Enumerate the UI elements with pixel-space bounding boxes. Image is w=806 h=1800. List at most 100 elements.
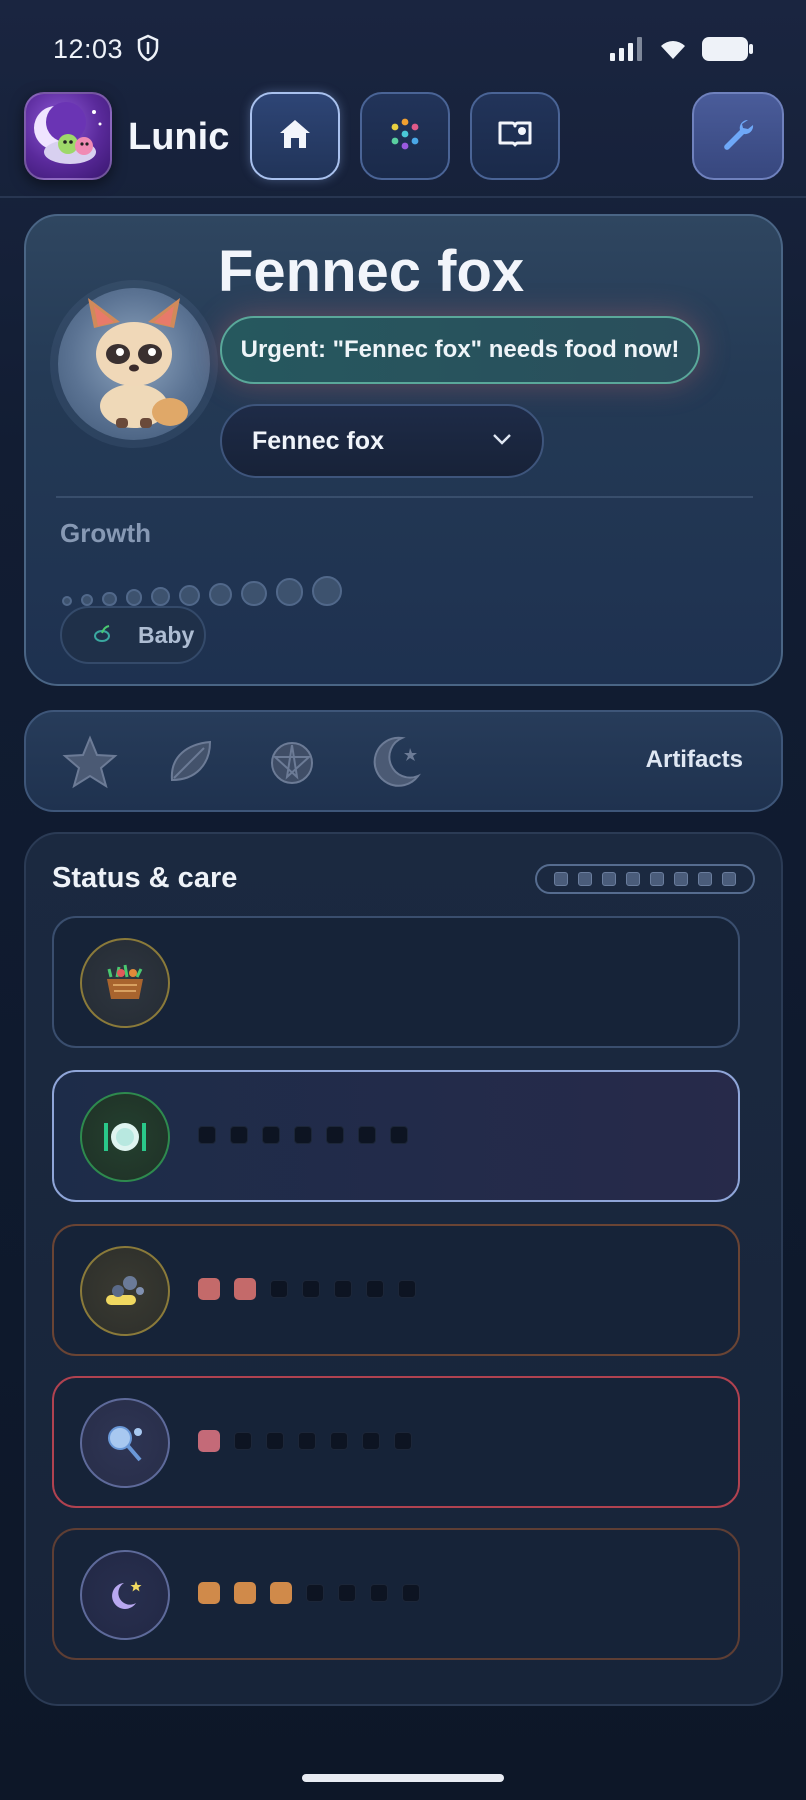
pet-name: Fennec fox [218, 239, 525, 304]
soap-icon [80, 1246, 170, 1336]
card-divider [56, 496, 753, 498]
level-pip [338, 1584, 356, 1602]
level-pip [198, 1582, 220, 1604]
level-pip [390, 1126, 408, 1144]
wifi-icon [658, 37, 688, 66]
signal-icon [610, 37, 644, 66]
level-pip [198, 1278, 220, 1300]
level-pip [234, 1278, 256, 1300]
page-indicator[interactable] [535, 864, 755, 894]
app-name: Lunic [128, 116, 230, 158]
artifacts-label: Artifacts [645, 746, 743, 773]
wrench-icon [720, 116, 756, 157]
level-pip [370, 1584, 388, 1602]
pet-avatar [58, 288, 210, 440]
moon-icon[interactable] [364, 732, 424, 792]
care-row-bath[interactable] [52, 1224, 740, 1356]
nav-activities-button[interactable] [360, 92, 450, 180]
level-pip [306, 1584, 324, 1602]
level-pip [366, 1280, 384, 1298]
growth-dot [62, 596, 72, 606]
home-icon [278, 118, 312, 155]
level-pip [294, 1126, 312, 1144]
level-pip [270, 1280, 288, 1298]
level-pip [298, 1432, 316, 1450]
level-pip [266, 1432, 284, 1450]
level-pip [394, 1432, 412, 1450]
book-icon [497, 119, 533, 154]
growth-dot [178, 585, 200, 606]
level-pip [358, 1126, 376, 1144]
level-pip [198, 1430, 220, 1452]
growth-dot [208, 582, 233, 606]
level-pip [398, 1280, 416, 1298]
chevron-down-icon [492, 432, 512, 450]
level-pip [262, 1126, 280, 1144]
level-pip [326, 1126, 344, 1144]
shield-icon [136, 34, 160, 67]
level-pip [334, 1280, 352, 1298]
care-row-basket[interactable] [52, 916, 740, 1048]
plate-icon [80, 1092, 170, 1182]
page-dot [578, 872, 592, 886]
page-dot [554, 872, 568, 886]
level-pip [402, 1584, 420, 1602]
page-dot [626, 872, 640, 886]
growth-dot [151, 587, 170, 606]
bath-level [198, 1278, 416, 1300]
basket-icon [80, 938, 170, 1028]
level-pip [230, 1126, 248, 1144]
growth-dot [125, 589, 143, 606]
level-pip [330, 1432, 348, 1450]
level-pip [198, 1126, 216, 1144]
growth-dot [102, 591, 117, 606]
level-pip [270, 1582, 292, 1604]
growth-dot [312, 576, 342, 606]
urgent-alert[interactable]: Urgent: "Fennec fox" needs food now! [220, 316, 700, 384]
food-level [198, 1126, 408, 1144]
status-title: Status & care [52, 862, 238, 894]
fennec-fox-icon [88, 298, 188, 428]
pet-card: Fennec fox Urgent: "Fennec fox" needs fo… [24, 214, 783, 686]
level-pip [234, 1582, 256, 1604]
pet-selector-value: Fennec fox [252, 426, 384, 455]
status-care-panel: Status & care [24, 832, 783, 1706]
home-indicator[interactable] [302, 1774, 504, 1782]
page-dot [722, 872, 736, 886]
artifacts-bar[interactable]: Artifacts [24, 710, 783, 812]
play-level [198, 1430, 412, 1452]
racket-icon [80, 1398, 170, 1488]
growth-dot [241, 580, 267, 606]
settings-button[interactable] [692, 92, 784, 180]
level-pip [302, 1280, 320, 1298]
care-row-food[interactable] [52, 1070, 740, 1202]
level-pip [362, 1432, 380, 1450]
growth-stage-label: Baby [138, 621, 195, 648]
page-dot [674, 872, 688, 886]
star-icon[interactable] [60, 732, 120, 792]
page-dot [602, 872, 616, 886]
care-row-play[interactable] [52, 1376, 740, 1508]
growth-dot [275, 578, 304, 606]
growth-label: Growth [60, 518, 151, 548]
page-dot [698, 872, 712, 886]
sleep-moon-icon [80, 1550, 170, 1640]
page-dot [650, 872, 664, 886]
app-header: Lunic [0, 88, 806, 198]
leaf-icon[interactable] [160, 732, 220, 792]
battery-icon [702, 36, 754, 67]
status-bar: 12:03 [0, 0, 806, 90]
level-pip [234, 1432, 252, 1450]
clock: 12:03 [53, 34, 124, 64]
pet-selector[interactable]: Fennec fox [220, 404, 544, 478]
growth-dot [81, 593, 94, 606]
sprout-icon [92, 623, 112, 648]
growth-stage-badge: Baby [60, 606, 206, 664]
nav-home-button[interactable] [250, 92, 340, 180]
care-row-sleep[interactable] [52, 1528, 740, 1660]
sleep-level [198, 1582, 420, 1604]
growth-progress [62, 566, 342, 606]
app-logo [24, 92, 112, 180]
pentagram-icon[interactable] [262, 732, 322, 792]
nav-journal-button[interactable] [470, 92, 560, 180]
